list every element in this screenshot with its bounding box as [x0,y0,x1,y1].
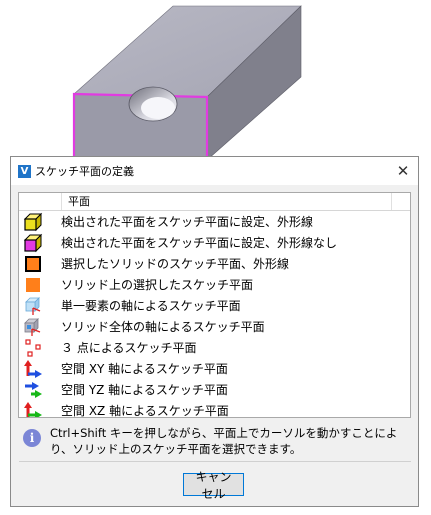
cancel-button[interactable]: キャンセル [183,470,244,501]
whole-solid-axis-icon [23,317,43,337]
three-points-icon [23,338,43,358]
divider [19,461,411,462]
list-item[interactable]: 検出された平面をスケッチ平面に設定、外形線 [19,211,410,232]
header-gutter [19,193,62,210]
list-item[interactable]: 空間 YZ 軸によるスケッチ平面 [19,379,410,400]
xz-axis-arrows-icon [23,401,43,417]
list-item[interactable]: 空間 XY 軸によるスケッチ平面 [19,358,410,379]
list-item-label: ソリッド全体の軸によるスケッチ平面 [61,320,265,334]
list-item-label: 検出された平面をスケッチ平面に設定、外形線 [61,215,314,229]
close-icon[interactable]: ✕ [394,162,412,180]
app-icon: V [18,164,31,178]
list-item-label: ソリッド上の選択したスケッチ平面 [61,278,254,292]
list-item[interactable]: ソリッド上の選択したスケッチ平面 [19,274,410,295]
yz-axis-arrows-icon [23,380,43,400]
list-item[interactable]: 空間 XZ 軸によるスケッチ平面 [19,400,410,418]
yellow-cube-icon [23,212,43,232]
orange-square-icon [23,275,43,295]
list-item[interactable]: 検出された平面をスケッチ平面に設定、外形線なし [19,232,410,253]
column-header-plane: 平面 [68,195,90,208]
list-item-label: 検出された平面をスケッチ平面に設定、外形線なし [61,236,338,250]
info-text: Ctrl+Shift キーを押しながら、平面上でカーソルを動かすことにより、ソリ… [50,426,398,456]
info-icon: i [23,429,41,447]
block-model [72,5,302,162]
single-element-axis-icon [23,296,43,316]
list-item[interactable]: 単一要素の軸によるスケッチ平面 [19,295,410,316]
xy-axis-arrows-icon [23,359,43,379]
list-item-label: 単一要素の軸によるスケッチ平面 [61,299,241,313]
list-item[interactable]: ソリッド全体の軸によるスケッチ平面 [19,316,410,337]
info-message: i Ctrl+Shift キーを押しながら、平面上でカーソルを動かすことにより、… [19,425,411,457]
list-item-label: ３ 点によるスケッチ平面 [61,341,197,355]
header-end [391,193,410,210]
orange-square-outline-icon [23,254,43,274]
3d-viewport[interactable] [0,0,431,162]
title-bar: V スケッチ平面の定義 ✕ [11,157,418,185]
list-header: 平面 [19,193,410,211]
plane-list[interactable]: 平面 検出された平面をスケッチ平面に設定、外形線 検出された平面をスケッチ平面に… [18,192,411,418]
dialog-title: スケッチ平面の定義 [35,165,134,178]
list-item-label: 空間 XZ 軸によるスケッチ平面 [61,404,229,418]
sketch-plane-dialog: V スケッチ平面の定義 ✕ 平面 検出された平面をスケッチ平面に設定、外形線 検… [10,156,419,507]
list-item[interactable]: ３ 点によるスケッチ平面 [19,337,410,358]
magenta-cube-icon [23,233,43,253]
list-item[interactable]: 選択したソリッドのスケッチ平面、外形線 [19,253,410,274]
list-item-label: 空間 YZ 軸によるスケッチ平面 [61,383,228,397]
list-item-label: 選択したソリッドのスケッチ平面、外形線 [61,257,290,271]
list-item-label: 空間 XY 軸によるスケッチ平面 [61,362,228,376]
